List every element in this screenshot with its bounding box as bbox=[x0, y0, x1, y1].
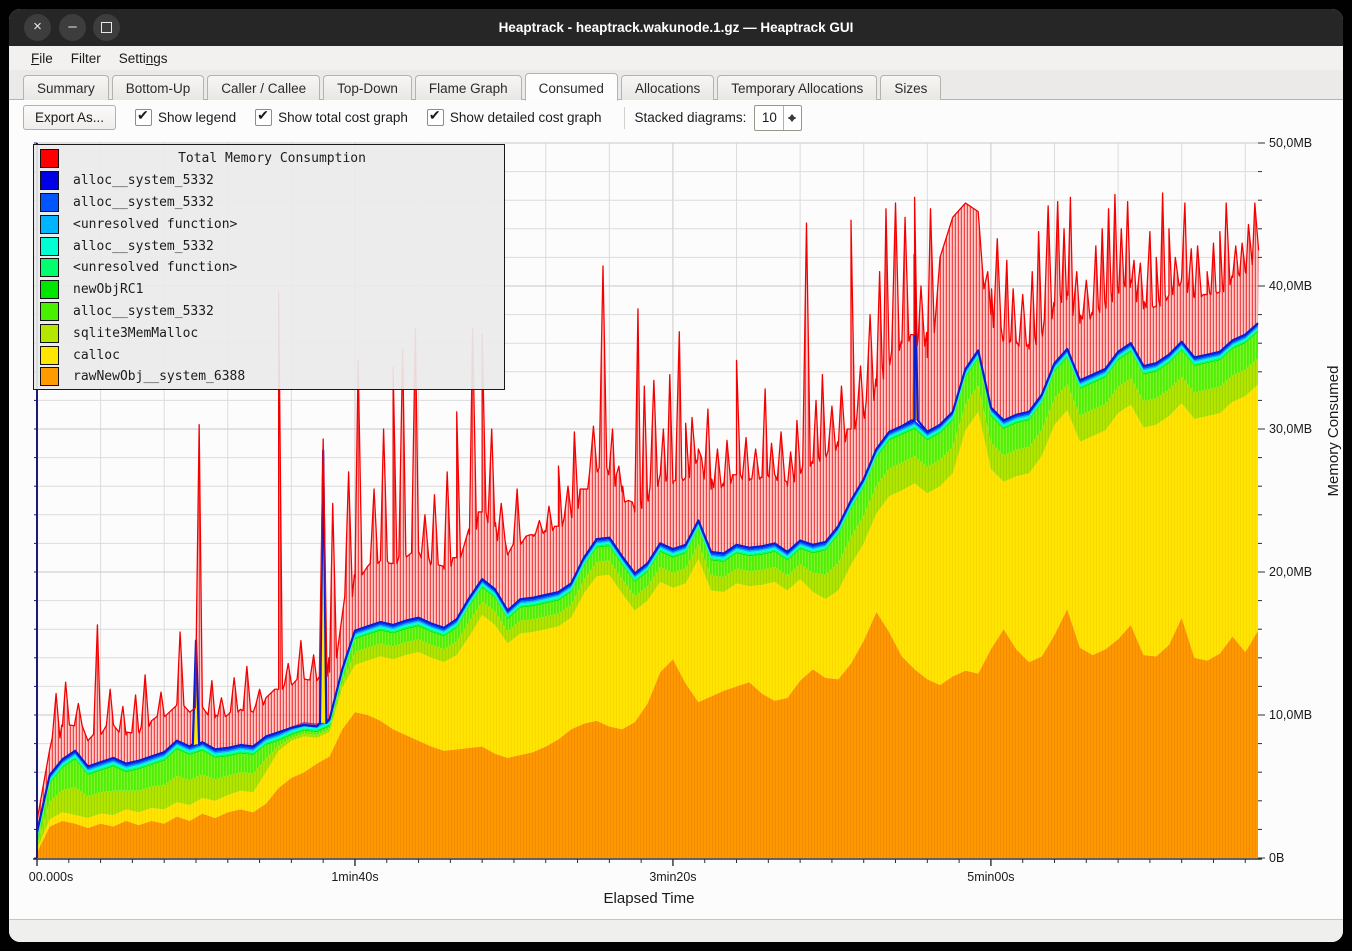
checkbox-label: Show total cost graph bbox=[278, 110, 408, 125]
legend-label: <unresolved function> bbox=[73, 217, 237, 232]
legend-swatch-icon bbox=[40, 193, 59, 212]
legend-label: alloc__system_5332 bbox=[73, 304, 214, 319]
legend-swatch-icon bbox=[40, 258, 59, 277]
checkbox-box: ✔ bbox=[135, 109, 152, 126]
legend-swatch-icon bbox=[40, 280, 59, 299]
y-axis-title: Memory Consumed bbox=[1325, 351, 1343, 511]
legend-row: newObjRC1 bbox=[34, 279, 504, 301]
check-icon: ✔ bbox=[429, 107, 441, 124]
legend-row: <unresolved function> bbox=[34, 257, 504, 279]
x-tick-label: 00.000s bbox=[29, 870, 73, 884]
legend-label: Total Memory Consumption bbox=[73, 151, 471, 166]
tab-summary[interactable]: Summary bbox=[23, 75, 109, 100]
legend-row: sqlite3MemMalloc bbox=[34, 322, 504, 344]
tab-bottom-up[interactable]: Bottom-Up bbox=[112, 75, 205, 100]
show-total-cost-checkbox[interactable]: ✔ Show total cost graph bbox=[255, 109, 408, 126]
menubar: File Filter Settings bbox=[9, 46, 1343, 70]
legend-label: alloc__system_5332 bbox=[73, 173, 214, 188]
legend-swatch-icon bbox=[40, 346, 59, 365]
show-detailed-cost-checkbox[interactable]: ✔ Show detailed cost graph bbox=[427, 109, 602, 126]
menu-file[interactable]: File bbox=[22, 49, 62, 68]
tab-temporary-allocations[interactable]: Temporary Allocations bbox=[717, 75, 877, 100]
y-tick-label: 30,0MB bbox=[1269, 422, 1312, 436]
stacked-diagrams-label: Stacked diagrams: bbox=[635, 110, 747, 125]
legend-title-row: Total Memory Consumption bbox=[34, 148, 504, 170]
legend-row: calloc bbox=[34, 344, 504, 366]
menu-settings[interactable]: Settings bbox=[110, 49, 177, 68]
legend-swatch-icon bbox=[40, 302, 59, 321]
checkbox-box: ✔ bbox=[427, 109, 444, 126]
x-tick-label: 3min20s bbox=[649, 870, 696, 884]
spin-down-icon[interactable] bbox=[784, 118, 801, 130]
checkbox-label: Show legend bbox=[158, 110, 236, 125]
check-icon: ✔ bbox=[257, 107, 269, 124]
legend-swatch-icon bbox=[40, 237, 59, 256]
legend-label: rawNewObj__system_6388 bbox=[73, 369, 245, 384]
y-tick-label: 50,0MB bbox=[1269, 136, 1312, 150]
legend-swatch-icon bbox=[40, 149, 59, 168]
legend-swatch-icon bbox=[40, 171, 59, 190]
chart-region: 00.000s 1min40s 3min20s 5min00s 0B 10,0MB 20,0… bbox=[9, 135, 1343, 919]
legend-row: rawNewObj__system_6388 bbox=[34, 366, 504, 388]
titlebar[interactable]: × – Heaptrack - heaptrack.wakunode.1.gz … bbox=[9, 9, 1343, 46]
toolbar-separator bbox=[624, 107, 625, 129]
heaptrack-window: × – Heaptrack - heaptrack.wakunode.1.gz … bbox=[9, 9, 1343, 942]
legend-label: calloc bbox=[73, 348, 120, 363]
tab-top-down[interactable]: Top-Down bbox=[323, 75, 412, 100]
y-tick-label: 10,0MB bbox=[1269, 708, 1312, 722]
x-axis-title: Elapsed Time bbox=[9, 890, 1289, 907]
tab-caller-callee[interactable]: Caller / Callee bbox=[207, 75, 320, 100]
y-tick-label: 40,0MB bbox=[1269, 279, 1312, 293]
tab-bar: Summary Bottom-Up Caller / Callee Top-Do… bbox=[9, 70, 1343, 100]
chart-legend: Total Memory Consumption alloc__system_53… bbox=[33, 144, 505, 390]
legend-label: newObjRC1 bbox=[73, 282, 143, 297]
spinbox-buttons bbox=[783, 106, 801, 130]
menu-filter[interactable]: Filter bbox=[62, 49, 110, 68]
legend-row: alloc__system_5332 bbox=[34, 192, 504, 214]
checkbox-label: Show detailed cost graph bbox=[450, 110, 602, 125]
legend-label: sqlite3MemMalloc bbox=[73, 326, 198, 341]
tab-flame-graph[interactable]: Flame Graph bbox=[415, 75, 522, 100]
window-frame: × – Heaptrack - heaptrack.wakunode.1.gz … bbox=[0, 0, 1352, 951]
legend-row: alloc__system_5332 bbox=[34, 301, 504, 323]
check-icon: ✔ bbox=[137, 107, 149, 124]
tab-allocations[interactable]: Allocations bbox=[621, 75, 714, 100]
x-tick-label: 5min00s bbox=[967, 870, 1014, 884]
export-as-button[interactable]: Export As... bbox=[23, 105, 116, 130]
legend-label: <unresolved function> bbox=[73, 260, 237, 275]
legend-row: <unresolved function> bbox=[34, 213, 504, 235]
show-legend-checkbox[interactable]: ✔ Show legend bbox=[135, 109, 236, 126]
status-bar bbox=[9, 919, 1343, 942]
y-tick-label: 20,0MB bbox=[1269, 565, 1312, 579]
tab-consumed[interactable]: Consumed bbox=[525, 73, 618, 101]
legend-label: alloc__system_5332 bbox=[73, 239, 214, 254]
legend-label: alloc__system_5332 bbox=[73, 195, 214, 210]
legend-row: alloc__system_5332 bbox=[34, 170, 504, 192]
checkbox-box: ✔ bbox=[255, 109, 272, 126]
x-tick-label: 1min40s bbox=[331, 870, 378, 884]
legend-swatch-icon bbox=[40, 367, 59, 386]
spinbox-value[interactable]: 10 bbox=[755, 106, 783, 130]
legend-swatch-icon bbox=[40, 324, 59, 343]
legend-swatch-icon bbox=[40, 215, 59, 234]
window-title: Heaptrack - heaptrack.wakunode.1.gz — He… bbox=[9, 9, 1343, 46]
y-tick-label: 0B bbox=[1269, 851, 1284, 865]
toolbar: Export As... ✔ Show legend ✔ Show total … bbox=[9, 100, 1343, 135]
legend-row: alloc__system_5332 bbox=[34, 235, 504, 257]
tab-sizes[interactable]: Sizes bbox=[880, 75, 941, 100]
stacked-diagrams-spinbox[interactable]: 10 bbox=[754, 105, 802, 131]
